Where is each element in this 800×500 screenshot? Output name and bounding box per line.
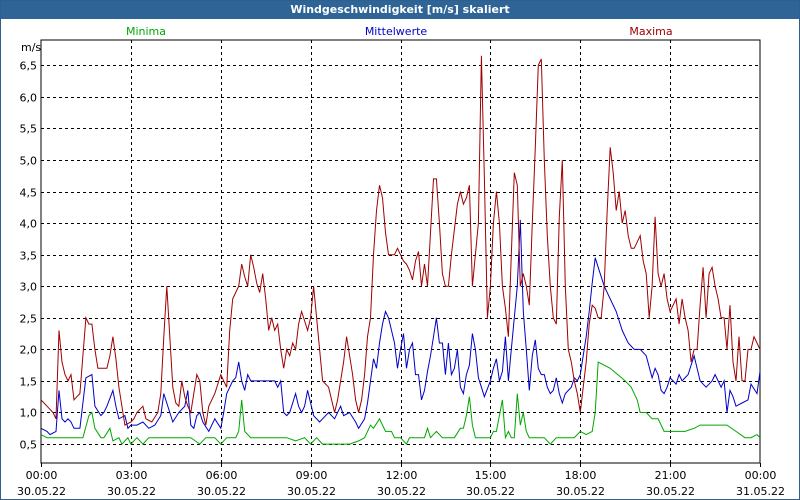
series-line-maxima	[40, 55, 761, 426]
grid	[41, 40, 760, 463]
x-tick-date: 30.05.22	[377, 485, 426, 498]
y-axis-label: m/s	[21, 41, 41, 54]
x-tick-date: 30.05.22	[107, 485, 156, 498]
y-tick-label: 3,0	[20, 281, 38, 294]
plot-area	[40, 39, 761, 464]
line-chart: 0,51,01,52,02,53,03,54,04,55,05,56,06,5 …	[17, 25, 785, 498]
x-tick-time: 15:00	[475, 469, 507, 482]
x-tick-time: 21:00	[655, 469, 687, 482]
series-line-mittelwerte	[40, 219, 761, 436]
x-tick-date: 30.05.22	[646, 485, 695, 498]
x-tick-time: 00:00	[745, 469, 777, 482]
y-tick-label: 4,5	[20, 187, 38, 200]
y-tick-label: 5,5	[20, 123, 38, 136]
y-tick-label: 6,0	[20, 92, 38, 105]
y-tick-label: 3,5	[20, 250, 38, 263]
y-axis: 0,5 1,0 1,5 2,0 2,5 3,0 3,5 4,0 4,5 5,0 5,5 6,0 6,5	[20, 60, 38, 452]
x-tick-date: 30.05.22	[17, 485, 66, 498]
x-tick-date: 30.05.22	[556, 485, 605, 498]
y-tick-label: 5,0	[20, 155, 38, 168]
x-tick-time: 18:00	[565, 469, 597, 482]
legend-mittelwerte: Mittelwerte	[365, 25, 428, 38]
chart-window: Windgeschwindigkeit [m/s] skaliert 0,5 1,…	[0, 0, 800, 500]
x-tick-time: 12:00	[386, 469, 418, 482]
y-tick-label: 2,5	[20, 313, 38, 326]
x-tick-date: 31.05.22	[736, 485, 785, 498]
x-tick-date: 30.05.22	[466, 485, 515, 498]
series-layer	[40, 55, 761, 445]
legend: Minima Mittelwerte Maxima	[126, 25, 673, 38]
y-tick-label: 1,5	[20, 376, 38, 389]
x-tick-time: 03:00	[116, 469, 148, 482]
x-tick-time: 00:00	[26, 469, 58, 482]
legend-minima: Minima	[126, 25, 166, 38]
y-tick-label: 1,0	[20, 407, 38, 420]
x-tick-date: 30.05.22	[197, 485, 246, 498]
legend-maxima: Maxima	[629, 25, 672, 38]
x-tick-date: 30.05.22	[287, 485, 336, 498]
y-tick-label: 2,0	[20, 344, 38, 357]
y-tick-label: 6,5	[20, 60, 38, 73]
y-tick-label: 4,0	[20, 218, 38, 231]
x-axis: 00:00 30.05.22 03:00 30.05.22 06:00 30.05.22 0…	[17, 463, 785, 498]
y-tick-label: 0,5	[20, 439, 38, 452]
x-tick-time: 06:00	[206, 469, 238, 482]
x-tick-time: 09:00	[296, 469, 328, 482]
series-line-minima	[40, 361, 761, 445]
